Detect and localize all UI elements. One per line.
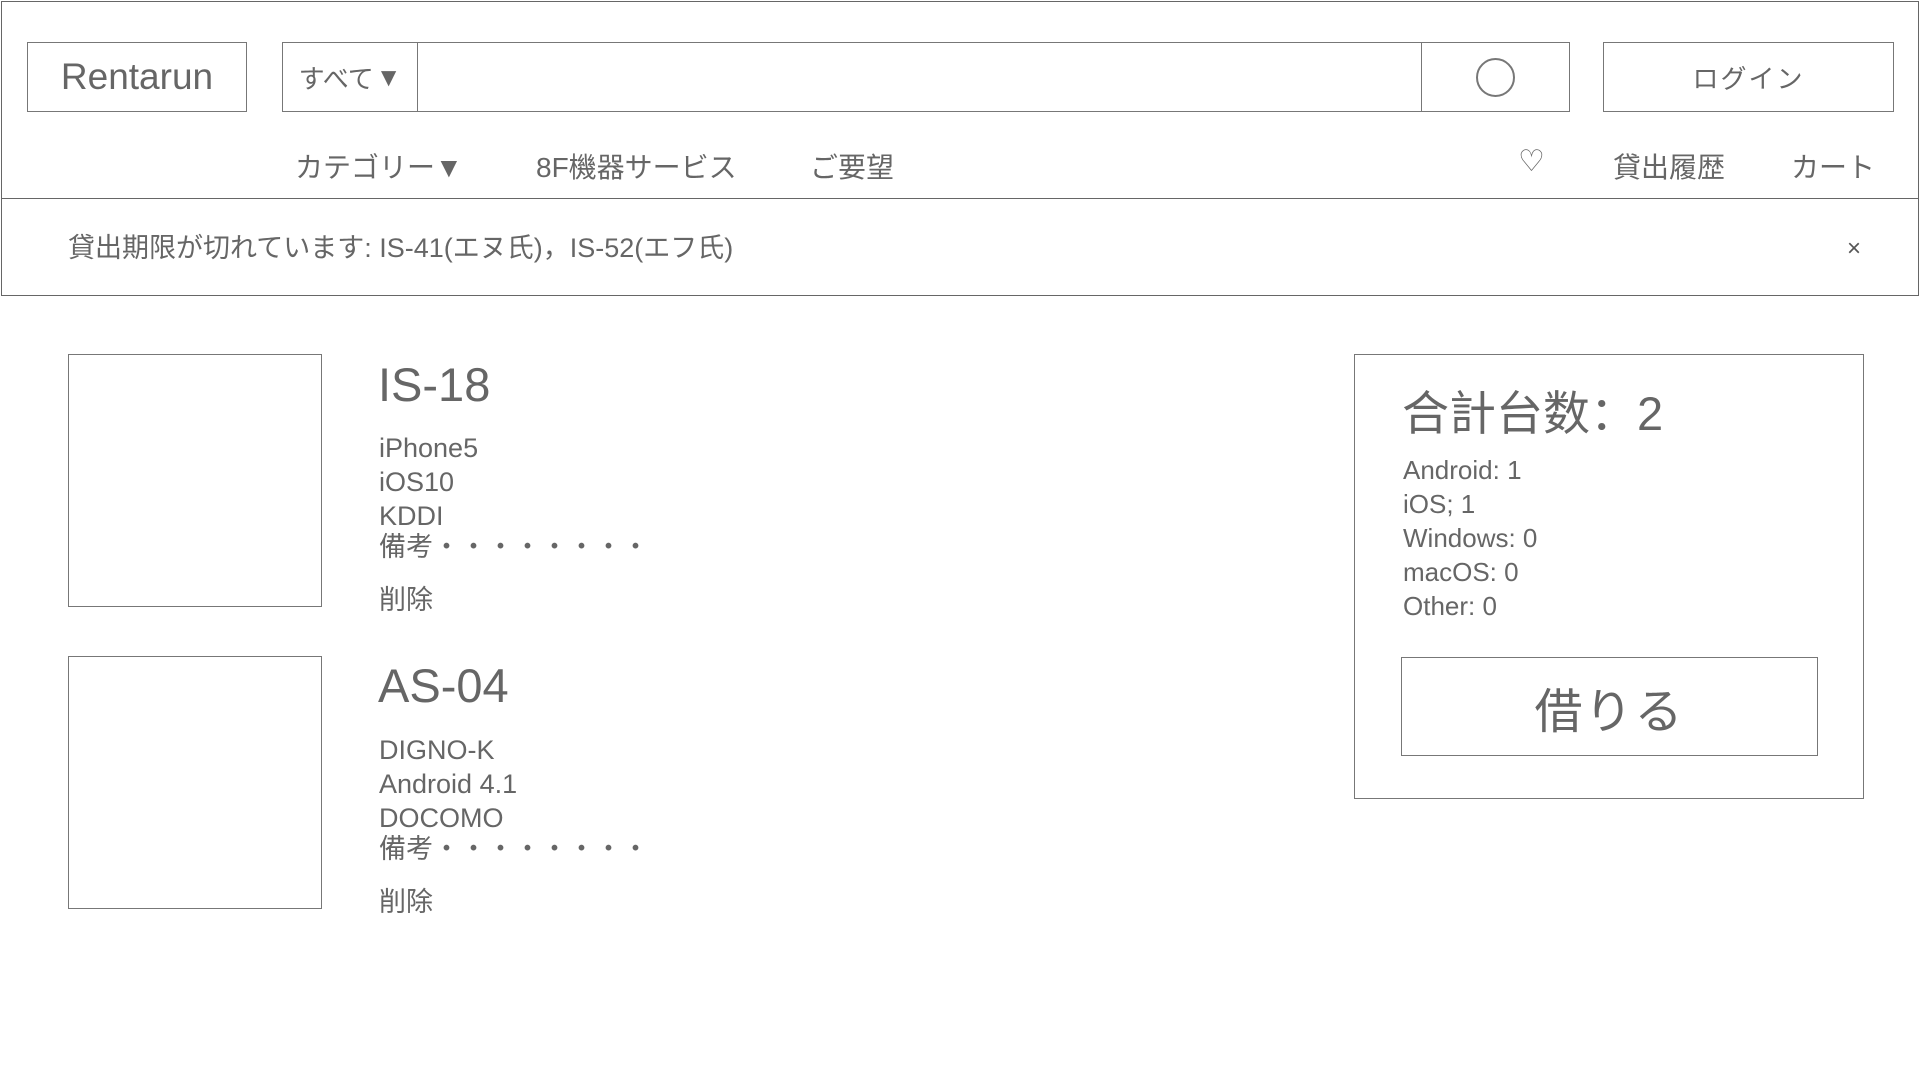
nav-rental-history[interactable]: 貸出履歴 — [1613, 146, 1725, 186]
login-button[interactable]: ログイン — [1603, 42, 1894, 112]
nav-requests[interactable]: ご要望 — [810, 146, 894, 186]
summary-other-count: Other: 0 — [1403, 591, 1497, 621]
site-logo[interactable]: Rentarun — [27, 42, 247, 112]
nav-8f-device-service[interactable]: 8F機器サービス — [536, 146, 737, 186]
device-note: 備考・・・・・・・・ — [379, 834, 649, 864]
device-id: IS-18 — [378, 358, 491, 411]
device-id: AS-04 — [378, 659, 509, 712]
device-thumbnail — [68, 656, 322, 909]
summary-android-count: Android: 1 — [1403, 455, 1522, 485]
nav-category-dropdown[interactable]: カテゴリー▼ — [295, 146, 463, 186]
borrow-button[interactable]: 借りる — [1401, 657, 1818, 756]
delete-item-button[interactable]: 削除 — [379, 880, 433, 919]
device-thumbnail — [68, 354, 322, 607]
overdue-notice-text: 貸出期限が切れています: IS-41(エヌ氏)，IS-52(エフ氏) — [68, 233, 734, 263]
close-icon[interactable]: × — [1841, 235, 1867, 262]
summary-ios-count: iOS; 1 — [1403, 489, 1476, 519]
device-model: iPhone5 — [379, 433, 479, 463]
device-os: Android 4.1 — [379, 769, 518, 799]
search-bar: すべて ▼ — [282, 42, 1570, 112]
device-carrier: KDDI — [379, 501, 444, 531]
device-carrier: DOCOMO — [379, 803, 504, 833]
summary-macos-count: macOS: 0 — [1403, 557, 1519, 587]
search-input[interactable] — [418, 43, 1421, 111]
summary-windows-count: Windows: 0 — [1403, 523, 1538, 553]
device-model: DIGNO-K — [379, 735, 495, 765]
chevron-down-icon: ▼ — [375, 61, 402, 92]
total-count: 合計台数：2 — [1402, 387, 1664, 440]
nav-cart[interactable]: カート — [1791, 146, 1875, 186]
delete-item-button[interactable]: 削除 — [379, 578, 433, 617]
search-scope-dropdown[interactable]: すべて ▼ — [283, 43, 418, 111]
search-icon — [1476, 57, 1515, 97]
search-scope-label: すべて — [298, 63, 374, 94]
heart-icon[interactable]: ♡ — [1518, 144, 1545, 179]
device-note: 備考・・・・・・・・ — [379, 532, 649, 562]
search-button[interactable] — [1421, 43, 1569, 111]
device-os: iOS10 — [379, 467, 455, 497]
